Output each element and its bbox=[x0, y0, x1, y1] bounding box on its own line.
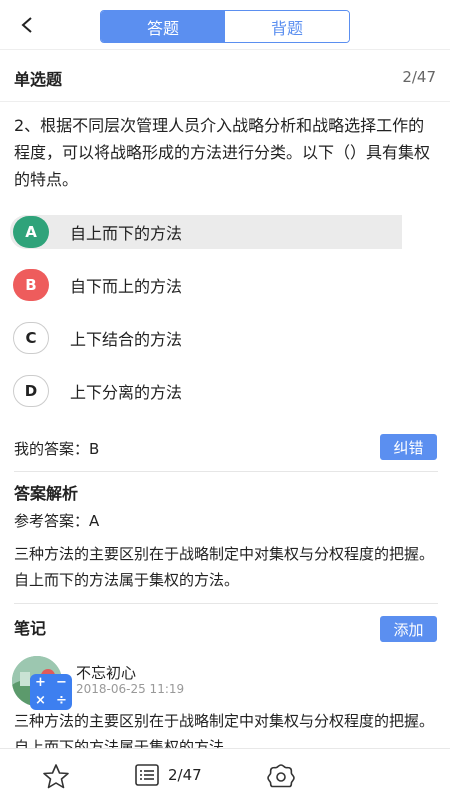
option-a[interactable]: A 自上而下的方法 bbox=[10, 215, 402, 249]
divider bbox=[14, 603, 438, 604]
question-type-title: 单选题 bbox=[14, 70, 63, 89]
notes-title: 笔记 bbox=[14, 619, 47, 638]
tab-memorize[interactable]: 背题 bbox=[225, 11, 349, 42]
chevron-left-icon bbox=[21, 17, 32, 33]
option-d-badge: D bbox=[13, 375, 49, 407]
favorite-button[interactable] bbox=[42, 763, 70, 789]
top-bar: 答题 背题 bbox=[0, 0, 450, 50]
option-d-label: 上下分离的方法 bbox=[70, 383, 183, 402]
answer-sheet-button[interactable]: 2/47 bbox=[134, 763, 202, 787]
tab-answer[interactable]: 答题 bbox=[101, 11, 225, 42]
divider bbox=[14, 471, 438, 472]
bottom-bar: 2/47 bbox=[0, 748, 450, 800]
report-error-button[interactable]: 纠错 bbox=[380, 434, 437, 460]
option-b[interactable]: B 自下而上的方法 bbox=[10, 268, 402, 302]
option-c-label: 上下结合的方法 bbox=[70, 330, 183, 349]
note-time: 2018-06-25 11:19 bbox=[76, 682, 185, 696]
minus-glyph: − bbox=[56, 675, 67, 690]
question-progress: 2/47 bbox=[402, 68, 436, 86]
settings-icon bbox=[267, 764, 295, 788]
mode-switch: 答题 背题 bbox=[100, 10, 350, 43]
analysis-title: 答案解析 bbox=[14, 484, 79, 503]
plus-glyph: + bbox=[35, 675, 46, 690]
option-a-badge: A bbox=[13, 216, 49, 248]
page-indicator: 2/47 bbox=[168, 766, 202, 784]
option-c[interactable]: C 上下结合的方法 bbox=[10, 321, 402, 355]
star-icon bbox=[43, 764, 69, 789]
option-b-badge: B bbox=[13, 269, 49, 301]
note-author: 不忘初心 bbox=[76, 664, 137, 682]
question-type-row: 单选题 2/47 bbox=[0, 50, 450, 102]
note-content: 三种方法的主要区别在于战略制定中对集权与分权程度的把握。自上而下的方法属于集权的… bbox=[14, 712, 435, 748]
add-note-button[interactable]: 添加 bbox=[380, 616, 437, 642]
settings-button[interactable] bbox=[266, 763, 296, 789]
answer-sheet-icon bbox=[135, 764, 159, 786]
reference-answer: 参考答案：A bbox=[14, 512, 100, 530]
analysis-explanation: 三种方法的主要区别在于战略制定中对集权与分权程度的把握。自上而下的方法属于集权的… bbox=[14, 545, 435, 589]
option-d[interactable]: D 上下分离的方法 bbox=[10, 374, 402, 408]
option-b-label: 自下而上的方法 bbox=[70, 277, 183, 296]
calculator-icon[interactable]: + − × ÷ bbox=[30, 674, 72, 710]
question-text: 2、根据不同层次管理人员介入战略分析和战略选择工作的程度，可以将战略形成的方法进… bbox=[14, 116, 431, 189]
back-button[interactable] bbox=[14, 12, 40, 38]
option-c-badge: C bbox=[13, 322, 49, 354]
option-a-label: 自上而下的方法 bbox=[70, 224, 183, 243]
my-answer: 我的答案：B bbox=[14, 440, 100, 458]
